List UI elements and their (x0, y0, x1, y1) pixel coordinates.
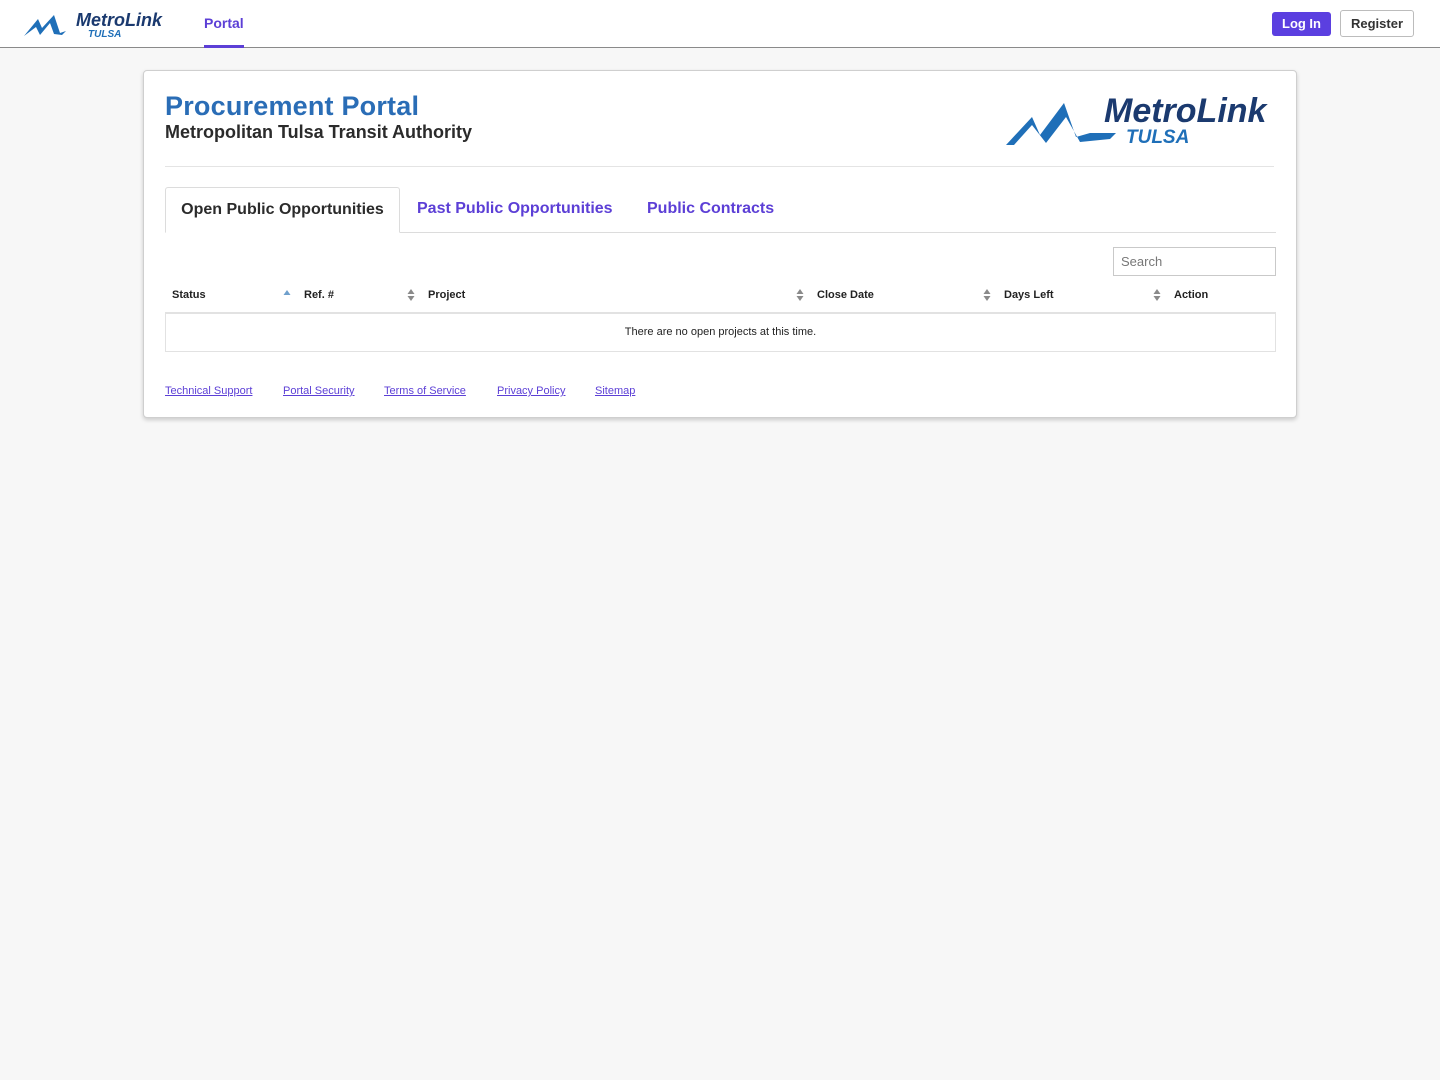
nav-logo-wordmark: MetroLink (76, 10, 163, 30)
card-logo-subtext: TULSA (1126, 127, 1189, 148)
opportunities-table: Status Ref. # Project Close Date Days Le… (165, 282, 1276, 352)
register-button[interactable]: Register (1340, 10, 1414, 37)
sort-both-icon[interactable] (407, 288, 415, 302)
footer-link-portal-security[interactable]: Portal Security (283, 385, 355, 397)
procurement-card: Procurement Portal Metropolitan Tulsa Tr… (143, 70, 1297, 418)
login-button[interactable]: Log In (1272, 12, 1331, 36)
tab-past-public-opportunities[interactable]: Past Public Opportunities (417, 187, 613, 232)
page-title: Procurement Portal (165, 91, 420, 121)
metrolink-logo-icon[interactable]: MetroLink TULSA (22, 9, 172, 41)
footer-link-terms-of-service[interactable]: Terms of Service (384, 385, 466, 397)
empty-table-message: There are no open projects at this time. (624, 326, 817, 338)
nav-portal-link[interactable]: Portal (204, 0, 244, 48)
table-header-row: Status Ref. # Project Close Date Days Le… (165, 282, 1276, 314)
footer-link-technical-support[interactable]: Technical Support (165, 385, 252, 397)
header-divider (165, 166, 1274, 167)
column-header-days-left[interactable]: Days Left (1004, 282, 1054, 312)
search-input[interactable] (1113, 247, 1276, 276)
tab-public-contracts[interactable]: Public Contracts (647, 187, 774, 232)
sort-both-icon[interactable] (796, 288, 804, 302)
page-subtitle: Metropolitan Tulsa Transit Authority (165, 122, 473, 142)
footer-link-sitemap[interactable]: Sitemap (595, 385, 635, 397)
tab-open-public-opportunities[interactable]: Open Public Opportunities (165, 187, 400, 233)
column-header-project[interactable]: Project (428, 282, 465, 312)
column-header-action: Action (1174, 289, 1209, 301)
card-logo-wordmark: MetroLink (1104, 93, 1269, 130)
table-body: There are no open projects at this time. (165, 314, 1276, 352)
column-header-status[interactable]: Status (172, 282, 206, 312)
metrolink-large-logo-icon: MetroLink TULSA (1006, 93, 1269, 148)
column-header-close-date[interactable]: Close Date (817, 282, 874, 312)
sort-both-icon[interactable] (1153, 288, 1161, 302)
footer-link-privacy-policy[interactable]: Privacy Policy (497, 385, 565, 397)
nav-logo-subtext: TULSA (88, 29, 121, 40)
sort-asc-icon[interactable] (283, 288, 291, 302)
column-header-ref[interactable]: Ref. # (304, 282, 334, 312)
sort-both-icon[interactable] (983, 288, 991, 302)
opportunity-tabs: Open Public Opportunities Past Public Op… (165, 187, 1276, 233)
top-navbar: MetroLink TULSA Portal Log In Register (0, 0, 1440, 48)
